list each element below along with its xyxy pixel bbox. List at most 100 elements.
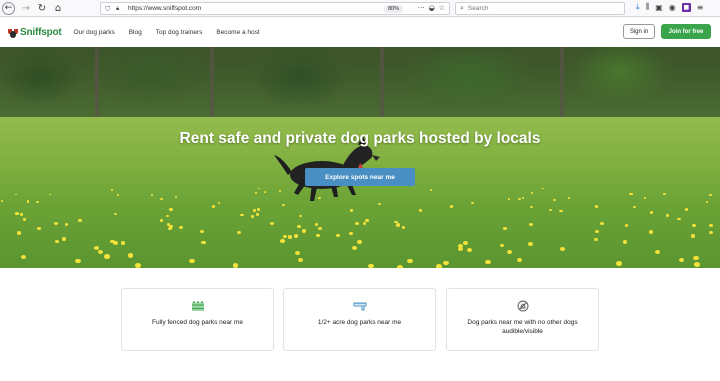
main-nav: Our dog parks Blog Top dog trainers Beco… bbox=[74, 29, 260, 36]
sidebar-icon[interactable]: ▣ bbox=[655, 3, 663, 12]
tracking-shield-icon[interactable]: ⛉ bbox=[105, 5, 113, 13]
search-placeholder[interactable]: Search bbox=[468, 5, 489, 12]
hero-banner: Rent safe and private dog parks hosted b… bbox=[0, 47, 720, 268]
site-header: Sniffspot Our dog parks Blog Top dog tra… bbox=[0, 18, 720, 47]
url-text[interactable]: https://www.sniffspot.com bbox=[128, 5, 201, 12]
home-icon[interactable]: ⌂ bbox=[51, 1, 65, 15]
dandelion-flower bbox=[548, 208, 552, 212]
feature-card-fenced[interactable]: Fully fenced dog parks near me bbox=[121, 288, 274, 351]
dandelion-flower bbox=[35, 201, 39, 204]
dandelion-flower bbox=[236, 230, 241, 235]
downloads-icon[interactable]: ⤓ bbox=[636, 2, 640, 12]
dandelion-flower bbox=[211, 205, 215, 208]
dandelion-flower bbox=[189, 258, 195, 264]
menu-icon[interactable]: ≡ bbox=[697, 3, 704, 12]
pocket-icon[interactable]: ◒ bbox=[429, 4, 435, 12]
dandelion-flower bbox=[559, 209, 563, 213]
join-for-free-button[interactable]: Join for free bbox=[661, 24, 711, 39]
dandelion-flower bbox=[709, 194, 712, 197]
logo-text: Sniffspot bbox=[20, 27, 62, 38]
bookmark-star-icon[interactable]: ☆ bbox=[439, 4, 445, 12]
lock-icon[interactable]: 🔒︎ bbox=[116, 5, 124, 13]
page-actions-icon[interactable]: ··· bbox=[418, 4, 425, 12]
dandelion-flower bbox=[507, 197, 511, 200]
dandelion-flower bbox=[127, 253, 134, 258]
dandelion-flower bbox=[663, 193, 666, 196]
dandelion-flower bbox=[419, 209, 423, 212]
dandelion-flower bbox=[622, 239, 628, 244]
nav-our-dog-parks[interactable]: Our dog parks bbox=[74, 29, 115, 36]
browser-search-bar[interactable]: ⌕ Search bbox=[455, 2, 625, 15]
browser-toolbar: ← → ↻ ⌂ ⛉ 🔒︎ https://www.sniffspot.com 8… bbox=[0, 0, 720, 17]
extension-icon[interactable]: ■ bbox=[681, 2, 691, 12]
ruler-icon bbox=[353, 302, 366, 311]
dandelion-flower bbox=[449, 205, 453, 208]
dandelion-flower bbox=[169, 208, 173, 211]
feature-card-no-dogs[interactable]: Dog parks near me with no other dogs aud… bbox=[446, 288, 599, 351]
dandelion-flower bbox=[254, 192, 257, 194]
dandelion-flower bbox=[692, 223, 697, 227]
nav-blog[interactable]: Blog bbox=[129, 29, 142, 36]
reload-icon[interactable]: ↻ bbox=[35, 1, 49, 15]
dandelion-flower bbox=[19, 213, 23, 217]
sign-in-button[interactable]: Sign in bbox=[623, 24, 655, 39]
dandelion-flower bbox=[169, 224, 173, 228]
dandelion-flower bbox=[518, 197, 521, 200]
dandelion-flower bbox=[357, 239, 362, 244]
nav-top-dog-trainers[interactable]: Top dog trainers bbox=[156, 29, 203, 36]
dandelion-flower bbox=[470, 201, 474, 204]
address-bar[interactable]: ⛉ 🔒︎ https://www.sniffspot.com 80% ··· ◒… bbox=[100, 2, 450, 15]
explore-spots-button[interactable]: Explore spots near me bbox=[305, 168, 415, 186]
feature-label: Dog parks near me with no other dogs aud… bbox=[467, 319, 578, 335]
feature-card-acre[interactable]: 1/2+ acre dog parks near me bbox=[283, 288, 436, 351]
dandelion-flower bbox=[15, 212, 19, 215]
dog-logo-icon bbox=[8, 28, 18, 38]
dandelion-flower bbox=[116, 193, 120, 196]
dandelion-flower bbox=[443, 260, 450, 266]
dandelion-flower bbox=[457, 244, 463, 249]
dandelion-flower bbox=[352, 245, 358, 250]
dandelion-flower bbox=[280, 239, 285, 243]
dandelion-flower bbox=[104, 254, 110, 259]
dandelion-flower bbox=[527, 241, 533, 246]
dandelion-flower bbox=[250, 215, 255, 218]
dandelion-flower bbox=[406, 258, 413, 263]
dandelion-flower bbox=[78, 219, 82, 223]
dandelion-flower bbox=[530, 191, 534, 194]
dandelion-flower bbox=[397, 264, 404, 268]
dandelion-flower bbox=[529, 223, 533, 227]
hero-trees-background bbox=[0, 47, 720, 127]
dandelion-flower bbox=[110, 188, 113, 191]
account-icon[interactable]: ◉ bbox=[669, 3, 676, 12]
dandelion-flower bbox=[257, 187, 260, 190]
back-icon[interactable]: ← bbox=[2, 1, 15, 15]
dandelion-flower bbox=[693, 255, 699, 260]
library-icon[interactable]: ⫼ bbox=[646, 2, 650, 12]
dandelion-flower bbox=[37, 226, 42, 230]
zoom-level-badge[interactable]: 80% bbox=[383, 5, 403, 13]
dandelion-flower bbox=[301, 229, 306, 233]
dandelion-flower bbox=[690, 234, 696, 238]
dandelion-flower bbox=[485, 259, 491, 264]
dandelion-flower bbox=[429, 189, 432, 192]
dandelion-flower bbox=[365, 219, 369, 223]
no-dogs-icon bbox=[517, 300, 528, 312]
dandelion-flower bbox=[649, 211, 654, 214]
hero-title: Rent safe and private dog parks hosted b… bbox=[179, 130, 541, 147]
dandelion-flower bbox=[708, 230, 713, 234]
dandelion-flower bbox=[594, 205, 598, 208]
dandelion-flower bbox=[287, 235, 293, 239]
search-icon: ⌕ bbox=[460, 4, 464, 12]
site-logo[interactable]: Sniffspot bbox=[8, 27, 62, 38]
dandelion-flower bbox=[624, 223, 629, 227]
dandelion-flower bbox=[252, 209, 256, 212]
dandelion-flower bbox=[349, 209, 353, 212]
dandelion-flower bbox=[643, 196, 647, 199]
forward-icon[interactable]: → bbox=[19, 1, 33, 15]
nav-become-a-host[interactable]: Become a host bbox=[216, 29, 259, 36]
fence-icon bbox=[191, 300, 204, 311]
dandelion-flower bbox=[684, 208, 688, 211]
dandelion-flower bbox=[436, 263, 443, 268]
dandelion-flower bbox=[150, 193, 154, 196]
dandelion-flower bbox=[648, 230, 653, 234]
